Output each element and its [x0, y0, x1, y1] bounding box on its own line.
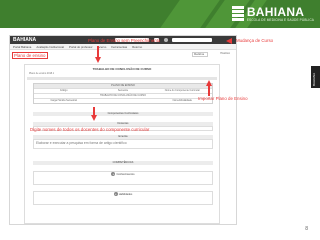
bahiana-logo: BAHIANA ESCOLA DE MEDICINA E SAÚDE PÚBLI…: [231, 3, 314, 25]
arrow-left-icon: [226, 38, 232, 44]
bahiana-logo-mark-icon: [231, 6, 244, 22]
menu-item[interactable]: Retorno: [132, 45, 142, 49]
document-title: TRABALHO DE CONCLUSÃO DE CURSO: [92, 67, 152, 71]
annotation-digite-docentes: Digite nomes de todos os docentes do com…: [30, 127, 150, 132]
table-cell: Carga Horária Semestral: [50, 99, 77, 102]
accordion-conhecimentos[interactable]: + Conhecimentos: [33, 171, 213, 185]
logo-tagline: ESCOLA DE MEDICINA E SAÚDE PÚBLICA: [246, 17, 314, 22]
plus-icon[interactable]: +: [113, 192, 118, 197]
plano-document: TRABALHO DE CONCLUSÃO DE CURSO Plano de …: [24, 64, 220, 224]
menu-item[interactable]: Portal do professor: [69, 45, 93, 49]
section-header: Componentes Curriculares: [33, 112, 213, 116]
componentes-section: Componentes Curriculares: [33, 112, 213, 116]
logo-name: BAHIANA: [246, 4, 305, 19]
side-tab-label: BAHIANA: [312, 72, 316, 86]
table-cell: [34, 94, 93, 98]
table-cell: Nome do Componente Curricular: [164, 89, 200, 92]
app-logo: BAHIANA: [13, 37, 37, 43]
annotation-mudanca-curso: Mudança de Curso: [236, 38, 274, 43]
table-row: Código Semestre Nome do Componente Curri…: [34, 88, 212, 93]
accordion-label: Habilidades: [118, 193, 133, 196]
avatar[interactable]: [164, 38, 168, 42]
document-subtitle: Plano de ensino 2018.1: [29, 72, 55, 75]
arrow-stem: [93, 107, 95, 115]
arrow-down-icon: [95, 57, 101, 63]
page-number: 8: [305, 226, 308, 232]
table-row: TRABALHO DE CONCLUSÃO DE CURSO: [34, 93, 212, 98]
competencias-section: COMPETÊNCIAS + Conhecimentos + Habilidades: [33, 161, 213, 205]
side-tab: BAHIANA: [311, 66, 320, 88]
app-search-field[interactable]: [172, 38, 212, 42]
table-cell: [93, 99, 152, 103]
plano-de-ensino-button[interactable]: Plano de ensino: [12, 52, 48, 59]
arrow-stem: [208, 86, 210, 96]
ementa-textarea[interactable]: Elaborar e executar a pesquisa em forma …: [33, 139, 213, 149]
annotation-importar: Importar Plano de Ensino: [198, 96, 248, 101]
menu-item[interactable]: Ferramentas: [111, 45, 127, 49]
section-header: COMPETÊNCIAS: [33, 161, 213, 165]
plano-table: PLANO DE ENSINO Código Semestre Nome do …: [33, 83, 213, 104]
accordion-label: Conhecimentos: [116, 173, 135, 176]
arrow-stem: [97, 46, 99, 57]
divider: [27, 77, 217, 80]
historico-link[interactable]: Histórico: [220, 52, 230, 55]
header-banner: BAHIANA ESCOLA DE MEDICINA E SAÚDE PÚBLI…: [0, 0, 320, 28]
accordion-habilidades[interactable]: + Habilidades: [33, 191, 213, 205]
menu-item[interactable]: Portal Bahiana: [13, 45, 31, 49]
menu-item[interactable]: Avaliação Institucional: [36, 45, 64, 49]
arrow-down-icon: [91, 115, 97, 121]
ementa-section: Ementa Elaborar e executar a pesquisa em…: [33, 135, 213, 149]
curso-select[interactable]: Medicina: [192, 52, 208, 57]
plus-icon[interactable]: +: [111, 172, 116, 177]
table-cell: Semestre: [117, 89, 129, 92]
table-row: Carga Horária Semestral Nome/Modalidade: [34, 98, 212, 103]
table-cell: Código: [59, 89, 68, 92]
table-cell: TRABALHO DE CONCLUSÃO DE CURSO: [100, 94, 146, 97]
annotation-plano-sem-preenchimento: Plano de Ensino sem Preenchimento: [88, 38, 161, 43]
